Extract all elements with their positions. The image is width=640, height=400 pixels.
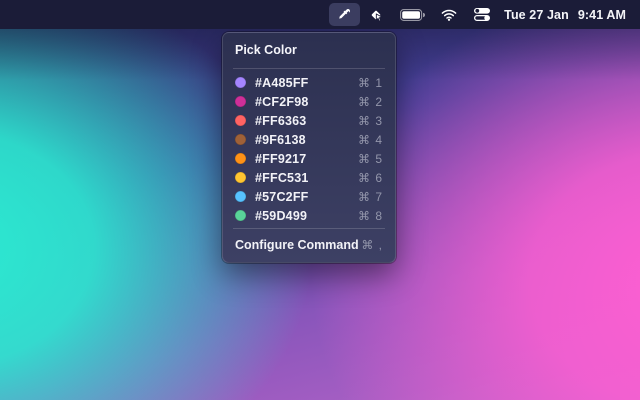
- color-item-4[interactable]: #9F6138 ⌘ 4: [223, 130, 395, 149]
- color-swatch: [235, 77, 246, 88]
- configure-command-label: Configure Command: [235, 238, 359, 252]
- color-item-6[interactable]: #FFC531 ⌘ 6: [223, 168, 395, 187]
- wifi-status-item[interactable]: [433, 3, 465, 26]
- color-hex-label: #FFC531: [255, 171, 309, 185]
- menubar-clock[interactable]: 9:41 AM: [574, 8, 631, 22]
- pick-color-menu: Pick Color #A485FF ⌘ 1 #CF2F98 ⌘ 2 #FF6363 ⌘ …: [222, 32, 396, 263]
- configure-command-item[interactable]: Configure Command ⌘ ,: [223, 233, 395, 257]
- color-hex-label: #9F6138: [255, 133, 306, 147]
- color-item-1[interactable]: #A485FF ⌘ 1: [223, 73, 395, 92]
- color-shortcut: ⌘ 8: [358, 209, 383, 223]
- eyedropper-icon: [337, 7, 352, 22]
- color-shortcut: ⌘ 7: [358, 190, 383, 204]
- menu-bar: Tue 27 Jan 9:41 AM: [0, 0, 640, 29]
- menu-separator: [233, 68, 385, 69]
- color-shortcut: ⌘ 2: [358, 95, 383, 109]
- color-item-8[interactable]: #59D499 ⌘ 8: [223, 206, 395, 225]
- color-swatch: [235, 115, 246, 126]
- color-hex-label: #FF6363: [255, 114, 306, 128]
- menu-bar-status-area: Tue 27 Jan 9:41 AM: [329, 0, 640, 29]
- color-item-3[interactable]: #FF6363 ⌘ 3: [223, 111, 395, 130]
- color-hex-label: #FF9217: [255, 152, 306, 166]
- diamond-cursor-app-item[interactable]: [360, 3, 392, 26]
- menubar-date[interactable]: Tue 27 Jan: [499, 8, 574, 22]
- color-swatch: [235, 172, 246, 183]
- color-item-2[interactable]: #CF2F98 ⌘ 2: [223, 92, 395, 111]
- color-item-5[interactable]: #FF9217 ⌘ 5: [223, 149, 395, 168]
- color-shortcut: ⌘ 3: [358, 114, 383, 128]
- color-picker-menu-extra[interactable]: [329, 3, 360, 26]
- color-hex-label: #CF2F98: [255, 95, 309, 109]
- color-hex-label: #A485FF: [255, 76, 309, 90]
- color-swatch: [235, 191, 246, 202]
- battery-icon: [400, 9, 425, 21]
- menu-title: Pick Color: [223, 38, 395, 65]
- color-shortcut: ⌘ 4: [358, 133, 383, 147]
- color-item-7[interactable]: #57C2FF ⌘ 7: [223, 187, 395, 206]
- menu-separator: [233, 228, 385, 229]
- diamond-cursor-icon: [368, 7, 384, 23]
- control-center-status-item[interactable]: [465, 3, 499, 26]
- configure-command-shortcut: ⌘ ,: [361, 238, 383, 252]
- color-swatch: [235, 210, 246, 221]
- control-center-icon: [473, 7, 491, 22]
- color-list: #A485FF ⌘ 1 #CF2F98 ⌘ 2 #FF6363 ⌘ 3 #9F6138 ⌘ 4…: [223, 73, 395, 225]
- wifi-icon: [441, 9, 457, 21]
- color-swatch: [235, 134, 246, 145]
- color-hex-label: #59D499: [255, 209, 307, 223]
- color-shortcut: ⌘ 5: [358, 152, 383, 166]
- color-shortcut: ⌘ 1: [358, 76, 383, 90]
- color-hex-label: #57C2FF: [255, 190, 309, 204]
- battery-status-item[interactable]: [392, 3, 433, 26]
- color-swatch: [235, 153, 246, 164]
- color-shortcut: ⌘ 6: [358, 171, 383, 185]
- color-swatch: [235, 96, 246, 107]
